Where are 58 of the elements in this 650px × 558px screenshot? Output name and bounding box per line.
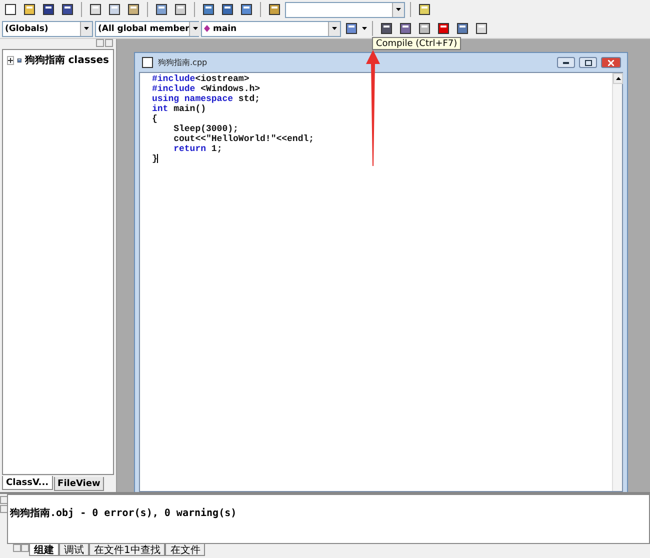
close-icon [608,60,614,66]
maximize-button[interactable] [579,57,597,68]
output-tab[interactable]: 在文件 [165,544,206,556]
output-tab[interactable]: 在文件1中查找 [89,544,166,556]
build-output-text: 狗狗指南.obj - 0 error(s), 0 warning(s) [7,494,650,544]
code-line: #include <Windows.h> [152,84,262,94]
tooltip: Compile (Ctrl+F7) [372,37,462,50]
workspace-tab[interactable]: ClassV... [2,476,53,490]
toolbar-button[interactable] [219,1,236,18]
toolbar-button[interactable] [266,1,283,18]
code-line: cout<<"HelloWorld!"<<endl; [172,134,316,144]
code-line: } [152,154,160,164]
toolbar-button[interactable] [172,1,189,18]
toolbar-button[interactable] [238,1,255,18]
toolbar-button[interactable] [40,1,57,18]
toolbar-button[interactable] [397,20,414,37]
expand-button[interactable] [7,56,14,64]
dropdown-arrow-icon [193,27,198,30]
code-line: using namespace std; [152,94,262,104]
diamond-icon [204,25,210,32]
filter-combo[interactable]: (All global member [95,20,199,36]
workspace-tab[interactable]: FileView [54,477,104,491]
toolbar-button[interactable] [106,1,123,18]
code-line: return 1; [172,144,224,154]
scroll-up-button[interactable] [613,73,623,84]
toolbar-button[interactable] [21,1,38,18]
toolbar-button[interactable] [343,20,360,37]
toolbar-button[interactable] [416,1,433,18]
minimize-button[interactable] [557,57,575,68]
code-line: #include<iostream> [152,74,250,84]
dropdown-arrow-icon [84,27,89,30]
window-title: 狗狗指南.cpp [158,57,208,68]
maximize-icon [584,60,592,66]
toolbar-button[interactable] [435,20,452,37]
toolbar-button[interactable] [59,1,76,18]
code-line: Sleep(3000); [172,124,240,134]
toolbar-button[interactable] [473,20,490,37]
toolbar-button[interactable] [378,20,395,37]
dropdown-arrow-icon [396,8,401,11]
toolbar-button[interactable] [153,1,170,18]
close-button[interactable] [601,57,621,68]
toolbar-button[interactable] [416,20,433,37]
minimize-icon [563,62,569,64]
class-combo[interactable]: (Globals) [2,20,93,36]
toolbar-button[interactable] [200,1,217,18]
toolbar-button[interactable] [454,20,471,37]
output-tab[interactable]: 调试 [59,544,89,556]
toolbar-button[interactable] [125,1,142,18]
code-line: { [152,114,158,124]
dropdown-arrow-icon [332,27,337,30]
toolbar-button[interactable] [2,1,19,18]
dropdown-arrow-icon [362,27,367,30]
member-combo[interactable]: main [201,20,341,36]
code-line: int main() [152,104,208,114]
output-tab[interactable]: 组建 [29,544,59,556]
tree-item[interactable]: 狗狗指南 classes [24,53,109,67]
up-arrow-icon [616,77,620,80]
toolbar-button[interactable] [87,1,104,18]
